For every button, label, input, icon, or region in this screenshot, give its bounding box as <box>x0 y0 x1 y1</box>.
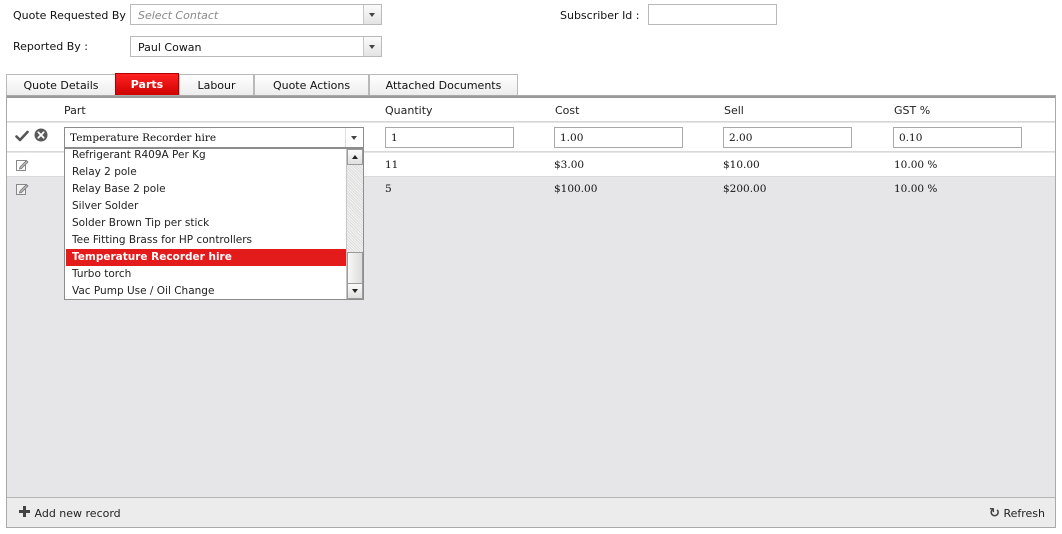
chevron-down-icon <box>369 13 375 17</box>
quantity-input[interactable]: 1 <box>385 127 514 148</box>
refresh-label: Refresh <box>1003 507 1045 520</box>
plus-icon <box>19 506 31 518</box>
tab-attached-documents[interactable]: Attached Documents <box>369 74 518 96</box>
dropdown-item[interactable]: Solder Brown Tip per stick <box>66 215 346 232</box>
refresh-icon: ↻ <box>989 506 1000 521</box>
quantity-input-value: 1 <box>391 132 398 144</box>
gst-input-value: 0.10 <box>899 132 923 144</box>
column-header-cost[interactable]: Cost <box>555 104 579 117</box>
part-combo[interactable]: Temperature Recorder hire <box>64 127 364 148</box>
scroll-down-button[interactable] <box>347 283 363 299</box>
row-sell: $10.00 <box>723 159 760 171</box>
reported-by-dropdown-button[interactable] <box>363 37 381 56</box>
row-gst: 10.00 % <box>894 183 938 195</box>
add-new-record-button[interactable]: Add new record <box>19 506 121 520</box>
chevron-down-icon <box>352 289 358 293</box>
dropdown-item[interactable]: Silver Solder <box>66 198 346 215</box>
reported-by-value: Paul Cowan <box>138 41 202 54</box>
column-header-gst[interactable]: GST % <box>894 104 930 117</box>
part-dropdown-button[interactable] <box>345 128 363 147</box>
tab-quote-actions[interactable]: Quote Actions <box>254 74 369 96</box>
refresh-button[interactable]: ↻ Refresh <box>989 506 1045 521</box>
tab-parts[interactable]: Parts <box>115 73 179 96</box>
dropdown-item[interactable]: Relay Base 2 pole <box>66 181 346 198</box>
dropdown-item[interactable]: Turbo torch <box>66 266 346 283</box>
row-cost: $100.00 <box>554 183 598 195</box>
cost-input[interactable]: 1.00 <box>554 127 683 148</box>
reported-by-label: Reported By : <box>13 40 88 53</box>
column-header-sell[interactable]: Sell <box>724 104 744 117</box>
edit-icon[interactable] <box>15 158 29 172</box>
dropdown-item[interactable]: Relay 2 pole <box>66 164 346 181</box>
quote-requested-by-dropdown-button[interactable] <box>363 5 381 24</box>
grid-header: Part Quantity Cost Sell GST % <box>7 96 1055 122</box>
scroll-thumb[interactable] <box>347 252 363 284</box>
tab-labour[interactable]: Labour <box>179 74 254 96</box>
add-new-record-label: Add new record <box>34 507 121 520</box>
row-sell: $200.00 <box>723 183 767 195</box>
cancel-icon[interactable] <box>34 128 48 142</box>
quote-requested-by-label: Quote Requested By : <box>13 9 134 22</box>
tab-quote-details[interactable]: Quote Details <box>6 74 116 96</box>
checkmark-icon[interactable] <box>15 129 29 143</box>
column-header-part[interactable]: Part <box>64 104 86 117</box>
sell-input[interactable]: 2.00 <box>723 127 852 148</box>
part-dropdown-list[interactable]: Refrigerant R409A Per Kg Relay 2 pole Re… <box>64 148 364 300</box>
reported-by-combo[interactable]: Paul Cowan <box>130 36 382 57</box>
row-quantity: 11 <box>385 159 399 171</box>
quote-requested-by-placeholder: Select Contact <box>138 9 219 22</box>
row-quantity: 5 <box>385 183 392 195</box>
dropdown-item[interactable]: Refrigerant R409A Per Kg <box>66 149 346 164</box>
dropdown-item-selected[interactable]: Temperature Recorder hire <box>66 249 346 266</box>
chevron-up-icon <box>352 155 358 159</box>
gst-input[interactable]: 0.10 <box>893 127 1022 148</box>
subscriber-id-label: Subscriber Id : <box>560 9 640 22</box>
dropdown-scrollbar[interactable] <box>346 149 363 299</box>
sell-input-value: 2.00 <box>729 132 753 144</box>
subscriber-id-input[interactable] <box>648 4 777 25</box>
part-combo-value[interactable]: Temperature Recorder hire <box>70 132 216 144</box>
row-cost: $3.00 <box>554 159 585 171</box>
grid-footer: Add new record ↻ Refresh <box>7 497 1055 527</box>
dropdown-item[interactable]: Vac Pump Use / Oil Change <box>66 283 346 299</box>
cost-input-value: 1.00 <box>560 132 584 144</box>
dropdown-item[interactable]: Tee Fitting Brass for HP controllers <box>66 232 346 249</box>
scroll-up-button[interactable] <box>347 149 363 165</box>
row-gst: 10.00 % <box>894 159 938 171</box>
column-header-quantity[interactable]: Quantity <box>385 104 433 117</box>
chevron-down-icon <box>351 136 357 140</box>
quote-requested-by-combo[interactable]: Select Contact <box>130 4 382 25</box>
edit-icon[interactable] <box>15 182 29 196</box>
chevron-down-icon <box>369 45 375 49</box>
